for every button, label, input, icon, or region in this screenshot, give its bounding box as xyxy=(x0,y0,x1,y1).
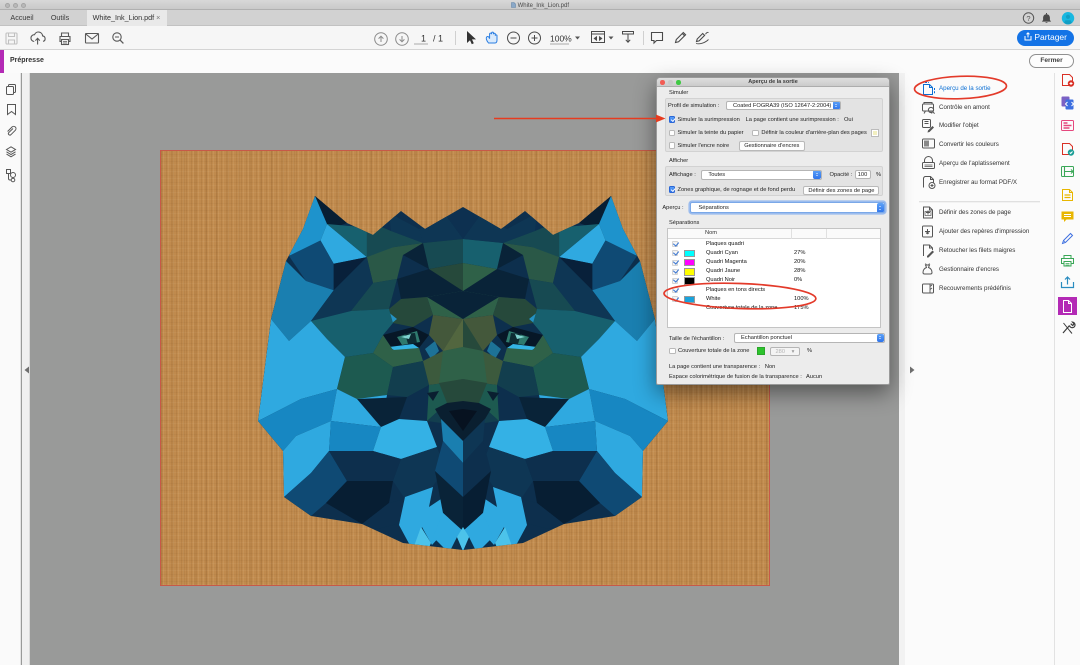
svg-text:100%: 100% xyxy=(550,34,572,44)
svg-text:/ 1: / 1 xyxy=(433,34,443,44)
svg-text:?: ? xyxy=(1026,14,1030,23)
svg-text:1: 1 xyxy=(421,34,426,44)
